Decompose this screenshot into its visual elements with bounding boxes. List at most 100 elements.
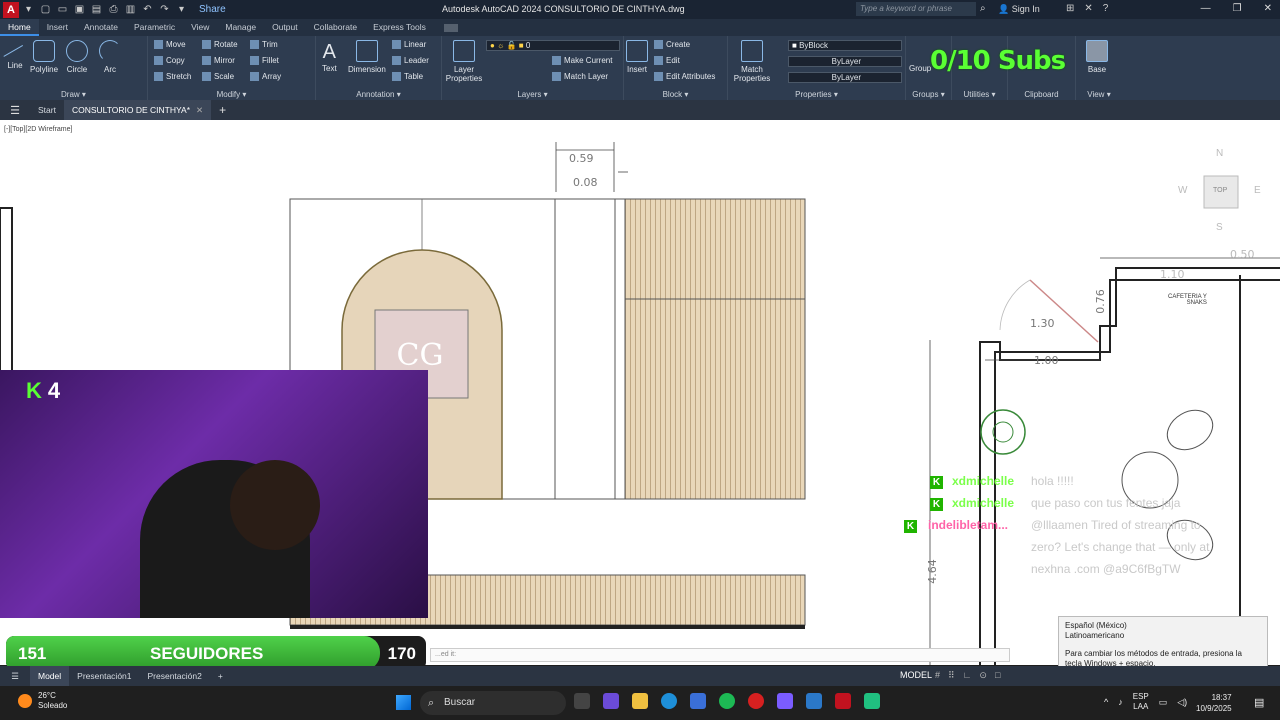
cart-icon[interactable]: ⊞	[1066, 3, 1074, 14]
edit-block-tool[interactable]: Edit	[654, 56, 680, 66]
file-explorer-icon[interactable]	[632, 693, 648, 709]
app-icon[interactable]	[806, 693, 822, 709]
tab-collaborate[interactable]: Collaborate	[306, 19, 365, 36]
edit-attributes-tool[interactable]: Edit Attributes	[654, 72, 715, 82]
utilities-panel-title[interactable]: Utilities ▾	[952, 90, 1007, 99]
lineweight-dropdown[interactable]: ByLayer	[788, 72, 902, 83]
network-icon[interactable]: ▭	[1159, 697, 1168, 708]
osnap-icon[interactable]: □	[995, 670, 1000, 681]
print-icon[interactable]: ⎙	[108, 4, 119, 15]
save-icon[interactable]: ▣	[74, 4, 85, 15]
model-space-button[interactable]: MODEL	[900, 670, 932, 680]
customize-icon[interactable]: ▾	[176, 4, 187, 15]
modify-panel-title[interactable]: Modify ▾	[148, 90, 315, 99]
line-tool[interactable]: Line	[3, 40, 27, 70]
network-icon[interactable]: ✕	[1084, 3, 1092, 14]
save-as-icon[interactable]: ▤	[91, 4, 102, 15]
edge-icon[interactable]	[661, 693, 677, 709]
copy-tool[interactable]: Copy	[154, 56, 185, 66]
search-icon[interactable]: ⌕	[980, 3, 986, 14]
fillet-tool[interactable]: Fillet	[250, 56, 279, 66]
create-block-tool[interactable]: Create	[654, 40, 690, 50]
start-tab[interactable]: Start	[30, 100, 64, 120]
clipboard-panel-title[interactable]: Clipboard	[1008, 90, 1075, 99]
spotify-icon[interactable]	[719, 693, 735, 709]
opera-icon[interactable]	[748, 693, 764, 709]
match-layer-tool[interactable]: Match Layer	[552, 72, 608, 82]
volume-icon[interactable]: ◁)	[1177, 697, 1187, 708]
view-panel-title[interactable]: View ▾	[1076, 90, 1122, 99]
add-layout-icon[interactable]: +	[210, 666, 231, 686]
maximize-icon[interactable]: ❐	[1233, 3, 1242, 14]
array-tool[interactable]: Array	[250, 72, 281, 82]
linetype-dropdown[interactable]: ByLayer	[788, 56, 902, 67]
command-line[interactable]: ...ed it:	[430, 648, 1010, 662]
snap-icon[interactable]: ⠿	[948, 670, 955, 681]
polar-icon[interactable]: ⊙	[979, 670, 987, 681]
sign-in-button[interactable]: 👤 Sign In	[998, 4, 1040, 15]
viewcube-north[interactable]: N	[1216, 148, 1223, 159]
viewcube-south[interactable]: S	[1216, 222, 1223, 233]
language-indicator[interactable]: ESP LAA	[1133, 692, 1149, 712]
annotation-panel-title[interactable]: Annotation ▾	[316, 90, 441, 99]
move-tool[interactable]: Move	[154, 40, 186, 50]
viewcube-east[interactable]: E	[1254, 185, 1261, 196]
notification-icon[interactable]: ▤	[1254, 696, 1264, 709]
copilot-icon[interactable]	[603, 693, 619, 709]
tab-home[interactable]: Home	[0, 19, 39, 36]
menu-icon[interactable]: ▾	[23, 4, 34, 15]
ortho-icon[interactable]: ∟	[963, 670, 972, 681]
close-tab-icon[interactable]: ✕	[196, 105, 203, 115]
mic-icon[interactable]: ♪	[1118, 697, 1123, 707]
trim-tool[interactable]: Trim	[250, 40, 278, 50]
mirror-tool[interactable]: Mirror	[202, 56, 235, 66]
autocad-logo[interactable]: A	[3, 1, 19, 18]
leader-tool[interactable]: Leader	[392, 56, 429, 66]
polyline-tool[interactable]: Polyline	[30, 40, 58, 74]
viewcube-west[interactable]: W	[1178, 185, 1187, 196]
drawing-tab[interactable]: CONSULTORIO DE CINTHYA* ✕	[63, 100, 212, 120]
redo-icon[interactable]: ↷	[159, 4, 170, 15]
tab-parametric[interactable]: Parametric	[126, 19, 183, 36]
tab-annotate[interactable]: Annotate	[76, 19, 126, 36]
table-tool[interactable]: Table	[392, 72, 423, 82]
hamburger-icon[interactable]: ☰	[0, 104, 30, 117]
tab-options-icon[interactable]	[443, 23, 458, 32]
tab-view[interactable]: View	[183, 19, 217, 36]
rotate-tool[interactable]: Rotate	[202, 40, 238, 50]
tab-presentacion1[interactable]: Presentación1	[69, 666, 139, 686]
base-tool[interactable]: Base	[1086, 40, 1108, 74]
discord-icon[interactable]	[777, 693, 793, 709]
text-tool[interactable]: A Text	[322, 40, 337, 73]
dimension-tool[interactable]: Dimension	[348, 40, 386, 74]
share-button[interactable]: Share	[199, 4, 226, 15]
minimize-icon[interactable]: —	[1201, 3, 1211, 14]
circle-tool[interactable]: Circle	[66, 40, 88, 74]
arc-tool[interactable]: Arc	[99, 40, 121, 74]
clock[interactable]: 18:37 10/9/2025	[1196, 692, 1232, 714]
store-icon[interactable]	[690, 693, 706, 709]
grid-icon[interactable]: #	[935, 670, 940, 681]
linear-tool[interactable]: Linear	[392, 40, 426, 50]
help-icon[interactable]: ?	[1103, 3, 1109, 14]
tray-overflow-icon[interactable]: ^	[1104, 697, 1108, 707]
match-properties-tool[interactable]: Match Properties	[732, 40, 772, 83]
layers-panel-title[interactable]: Layers ▾	[442, 90, 623, 99]
plot-icon[interactable]: ▥	[125, 4, 136, 15]
open-file-icon[interactable]: ▭	[57, 4, 68, 15]
tab-manage[interactable]: Manage	[217, 19, 264, 36]
group-tool[interactable]: Group	[909, 64, 931, 73]
scale-tool[interactable]: Scale	[202, 72, 234, 82]
obs-icon[interactable]	[864, 693, 880, 709]
autocad-taskbar-icon[interactable]	[835, 693, 851, 709]
tab-output[interactable]: Output	[264, 19, 306, 36]
search-input[interactable]: Type a keyword or phrase	[856, 2, 976, 16]
layout-menu-icon[interactable]: ☰	[0, 666, 30, 686]
tab-express-tools[interactable]: Express Tools	[365, 19, 434, 36]
close-icon[interactable]: ✕	[1264, 3, 1272, 14]
viewcube-top[interactable]: TOP	[1213, 187, 1227, 194]
tab-model[interactable]: Model	[30, 666, 70, 686]
layer-properties-tool[interactable]: Layer Properties	[444, 40, 484, 83]
stretch-tool[interactable]: Stretch	[154, 72, 191, 82]
layer-dropdown[interactable]: ● ☼ 🔓 ■ 0	[486, 40, 620, 51]
